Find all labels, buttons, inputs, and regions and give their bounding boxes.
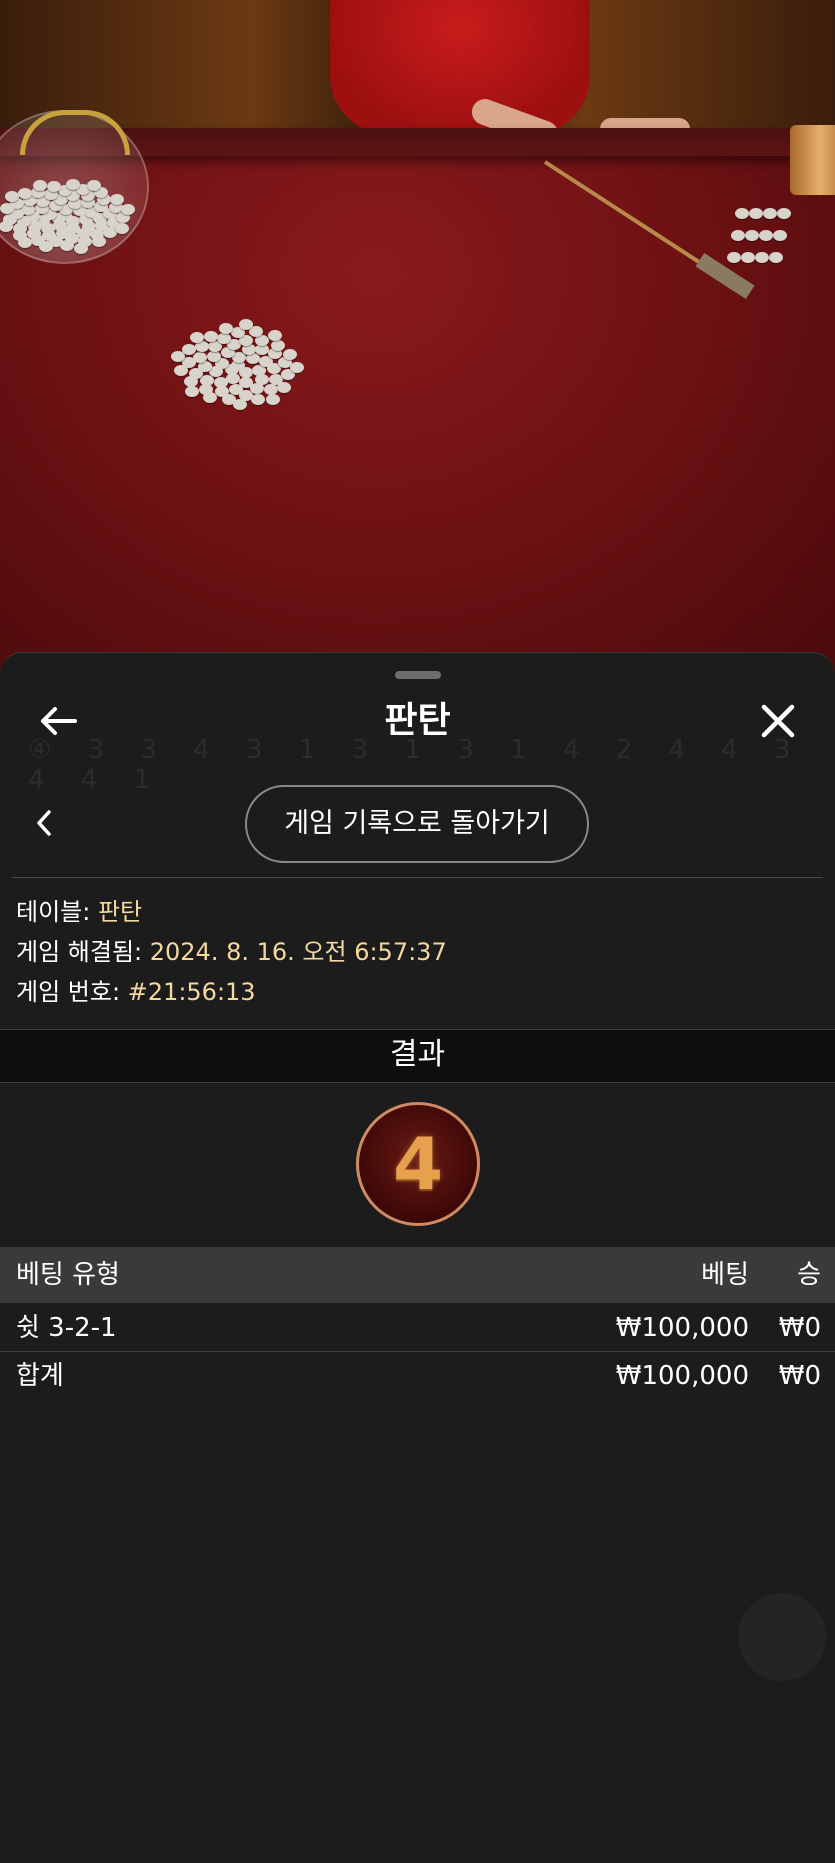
resolved-label: 게임 해결됨: — [16, 938, 150, 966]
bead — [225, 372, 240, 384]
bead — [184, 385, 199, 397]
row-bet-amount: ₩100,000 — [615, 1313, 749, 1343]
bead — [171, 350, 186, 362]
table-info: 테이블: 판탄 — [16, 892, 142, 932]
result-ball: 4 — [356, 1102, 480, 1226]
bead — [283, 349, 298, 361]
bead — [174, 364, 189, 376]
chevron-left-icon — [37, 810, 51, 836]
bead — [203, 330, 218, 342]
live-video-feed — [0, 0, 835, 680]
previous-game-button[interactable] — [16, 795, 72, 851]
bead — [73, 242, 88, 254]
dealer — [330, 0, 590, 135]
sheet-title: 판탄 — [384, 700, 451, 741]
bets-table-header: 베팅 유형 베팅 승 — [0, 1247, 835, 1303]
table-total-row: 합계 ₩100,000 ₩0 — [0, 1353, 835, 1399]
bead — [66, 178, 81, 190]
bead — [207, 350, 221, 362]
bead — [773, 230, 787, 241]
result-heading: 결과 — [0, 1029, 835, 1083]
game-number-label: 게임 번호: — [16, 978, 128, 1006]
header-win: 승 — [797, 1260, 821, 1290]
bead — [250, 383, 265, 395]
bead — [216, 333, 231, 344]
result-number: 4 — [392, 1122, 444, 1206]
bead — [735, 208, 749, 219]
background-menu-button — [738, 1593, 826, 1681]
bead — [763, 208, 777, 219]
bead — [233, 399, 248, 411]
game-number-info: 게임 번호: #21:56:13 — [16, 972, 256, 1012]
table-label: 테이블: — [16, 898, 98, 926]
bead — [749, 208, 763, 219]
row-divider — [0, 1351, 835, 1352]
divider — [12, 877, 823, 878]
bead — [189, 331, 204, 343]
total-win-amount: ₩0 — [778, 1361, 821, 1391]
back-to-history-button[interactable]: 게임 기록으로 돌아가기 — [245, 785, 589, 863]
bead — [46, 181, 61, 193]
brass-cup — [790, 125, 835, 195]
bead — [290, 362, 305, 374]
bead — [769, 252, 783, 263]
header-bet: 베팅 — [701, 1260, 749, 1290]
bead — [277, 382, 292, 394]
bead — [265, 394, 280, 405]
row-win-amount: ₩0 — [778, 1313, 821, 1343]
total-label: 합계 — [16, 1361, 64, 1391]
bead — [777, 208, 791, 219]
bead — [17, 188, 32, 200]
game-history-sheet: ④ 3 3 4 3 1 3 1 3 1 4 2 4 4 3 4 4 1 판탄 게… — [0, 652, 835, 1863]
bead — [270, 339, 285, 351]
table-value: 판탄 — [97, 898, 143, 926]
row-bet-type: 쉿 3-2-1 — [16, 1313, 117, 1343]
bead — [0, 202, 14, 214]
bead — [246, 353, 261, 365]
bead — [745, 230, 759, 241]
sheet-grabber[interactable] — [395, 671, 441, 679]
bead — [114, 222, 129, 234]
game-number-value: #21:56:13 — [127, 978, 256, 1006]
bead — [741, 252, 755, 263]
resolved-info: 게임 해결됨: 2024. 8. 16. 오전 6:57:37 — [16, 932, 447, 972]
bead — [219, 322, 234, 334]
bead — [32, 180, 47, 192]
bead — [202, 392, 217, 404]
bead — [759, 230, 773, 241]
close-button[interactable] — [750, 693, 806, 749]
header-bet-type: 베팅 유형 — [16, 1260, 120, 1290]
bead — [755, 252, 769, 263]
bead — [731, 230, 745, 241]
close-icon — [761, 704, 795, 738]
resolved-value: 2024. 8. 16. 오전 6:57:37 — [149, 938, 447, 966]
total-bet-amount: ₩100,000 — [615, 1361, 749, 1391]
bead — [727, 252, 741, 263]
table-row: 쉿 3-2-1 ₩100,000 ₩0 — [0, 1305, 835, 1351]
bead — [91, 236, 106, 248]
history-nav: 게임 기록으로 돌아가기 — [0, 785, 835, 867]
bead — [251, 393, 266, 405]
